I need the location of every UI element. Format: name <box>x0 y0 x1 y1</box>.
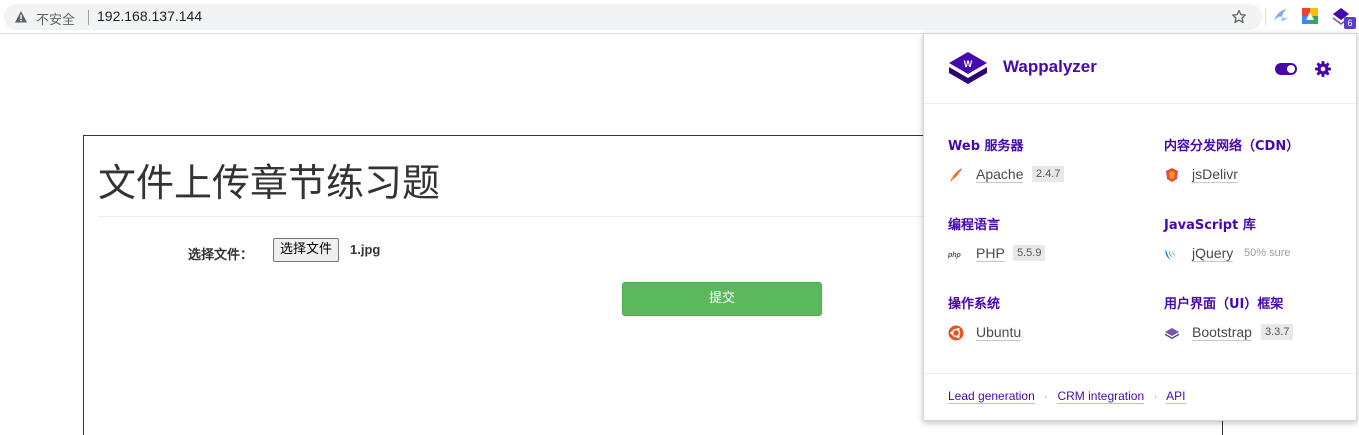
version-badge: 3.3.7 <box>1261 324 1294 340</box>
tech-name[interactable]: jQuery <box>1192 245 1234 262</box>
popup-footer: Lead generation · CRM integration · API <box>924 373 1356 421</box>
tech-item-apache[interactable]: Apache 2.4.7 <box>948 165 1065 185</box>
version-badge: 2.4.7 <box>1032 166 1065 182</box>
category-operating-system: 操作系统 Ubuntu <box>948 293 1022 343</box>
category-web-server: Web 服务器 Apache 2.4.7 <box>948 135 1065 185</box>
toggle-knob <box>1287 65 1295 73</box>
category-title[interactable]: 内容分发网络（CDN） <box>1164 135 1299 154</box>
browser-toolbar: 不安全 192.168.137.144 6 <box>0 0 1359 34</box>
tech-name[interactable]: Ubuntu <box>976 324 1022 341</box>
apache-feather-icon <box>950 168 962 182</box>
brand-name[interactable]: Wappalyzer <box>1003 57 1097 77</box>
confidence-label: 50% sure <box>1244 247 1291 259</box>
extension-separator <box>1265 8 1266 26</box>
category-programming-language: 编程语言 php PHP 5.5.9 <box>948 214 1046 264</box>
category-title[interactable]: 编程语言 <box>948 214 1000 233</box>
category-title[interactable]: Web 服务器 <box>948 135 1024 154</box>
bird-extension-icon[interactable] <box>1271 6 1291 26</box>
bootstrap-icon <box>1165 328 1179 339</box>
api-link[interactable]: API <box>1166 389 1186 404</box>
tech-item-jquery[interactable]: jQuery 50% sure <box>1164 244 1290 264</box>
tech-name[interactable]: jsDelivr <box>1192 166 1238 183</box>
selected-file-name: 1.jpg <box>350 242 381 257</box>
category-ui-frameworks: 用户界面（UI）框架 Bootstrap 3.3.7 <box>1164 293 1294 343</box>
not-secure-label[interactable]: 不安全 <box>36 9 75 28</box>
category-cdn: 内容分发网络（CDN） jsDelivr <box>1164 135 1299 185</box>
page-title: 文件上传章节练习题 <box>98 161 441 205</box>
settings-gear-icon[interactable] <box>1314 60 1332 78</box>
bookmark-star-icon[interactable] <box>1231 9 1247 25</box>
link-separator: · <box>1153 389 1158 403</box>
address-divider <box>88 10 89 25</box>
link-separator: · <box>1044 389 1049 403</box>
tech-name[interactable]: Apache <box>976 166 1024 183</box>
footer-links: Lead generation · CRM integration · API <box>948 389 1186 404</box>
lead-generation-link[interactable]: Lead generation <box>948 389 1035 404</box>
category-title[interactable]: 用户界面（UI）框架 <box>1164 293 1283 312</box>
category-javascript-libraries: JavaScript 库 jQuery 50% sure <box>1164 214 1290 264</box>
category-title[interactable]: 操作系统 <box>948 293 1000 312</box>
tech-name[interactable]: PHP <box>976 245 1005 262</box>
warning-icon[interactable] <box>14 10 28 24</box>
extension-badge: 6 <box>1344 17 1356 29</box>
jquery-icon <box>1165 249 1176 260</box>
tech-item-ubuntu[interactable]: Ubuntu <box>948 323 1022 343</box>
svg-text:W: W <box>964 59 973 69</box>
tech-item-php[interactable]: php PHP 5.5.9 <box>948 244 1046 264</box>
url-text[interactable]: 192.168.137.144 <box>97 8 202 24</box>
php-icon: php <box>948 252 962 259</box>
address-bar[interactable]: 不安全 192.168.137.144 <box>4 4 1262 30</box>
tech-name[interactable]: Bootstrap <box>1192 324 1252 341</box>
tech-item-bootstrap[interactable]: Bootstrap 3.3.7 <box>1164 323 1294 343</box>
enable-toggle[interactable] <box>1275 63 1297 75</box>
colorful-extension-icon[interactable] <box>1300 6 1320 26</box>
jsdelivr-icon <box>1166 168 1178 182</box>
wappalyzer-logo-icon[interactable]: W <box>947 48 989 88</box>
crm-integration-link[interactable]: CRM integration <box>1057 389 1145 404</box>
ubuntu-icon <box>948 325 964 341</box>
wappalyzer-popup: W Wappalyzer Web 服务器 Apache 2.4.7 内容分发网络… <box>923 33 1357 421</box>
submit-button[interactable]: 提交 <box>622 282 822 316</box>
file-label: 选择文件： <box>188 248 254 263</box>
version-badge: 5.5.9 <box>1013 245 1046 261</box>
svg-text:php: php <box>948 252 962 259</box>
choose-file-button[interactable]: 选择文件 <box>273 238 340 262</box>
popup-header: W Wappalyzer <box>924 34 1356 104</box>
category-title[interactable]: JavaScript 库 <box>1164 214 1256 233</box>
tech-item-jsdelivr[interactable]: jsDelivr <box>1164 165 1299 185</box>
